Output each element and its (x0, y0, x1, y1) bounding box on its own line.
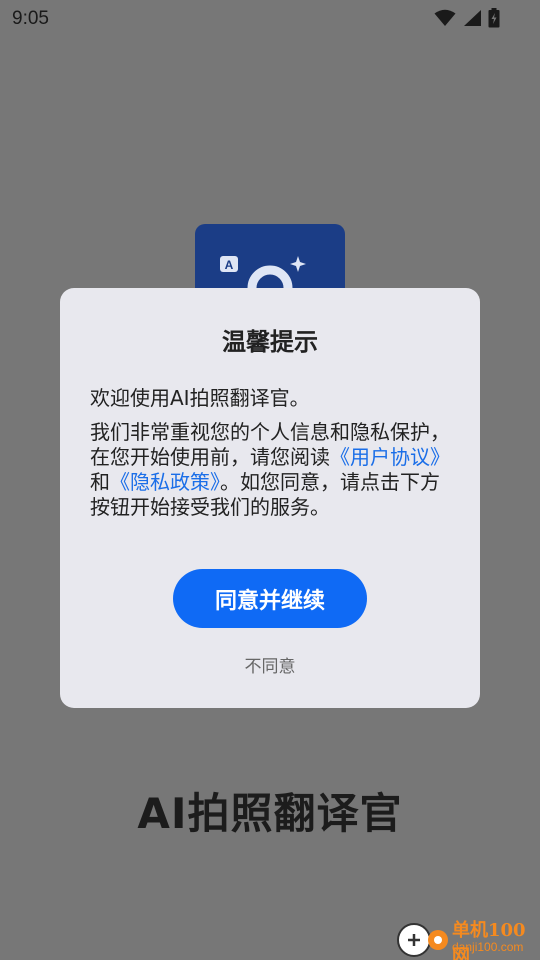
dialog-title: 温馨提示 (222, 328, 318, 356)
body-text-and: 和 (90, 470, 110, 494)
battery-icon (488, 8, 500, 32)
signal-icon (462, 9, 482, 31)
watermark: 单机100网 danji100.com (392, 916, 540, 960)
status-bar: 9:05 (0, 0, 540, 36)
privacy-policy-link[interactable]: 《隐私政策》 (110, 470, 220, 494)
user-agreement-link[interactable]: 《用户协议》 (330, 445, 450, 469)
status-icons (434, 8, 500, 32)
agree-continue-button[interactable]: 同意并继续 (173, 569, 367, 628)
wifi-icon (434, 9, 456, 31)
dialog-body-text: 我们非常重视您的个人信息和隐私保护，在您开始使用前，请您阅读《用户协议》和《隐私… (90, 420, 452, 520)
dialog-welcome-text: 欢迎使用AI拍照翻译官。 (90, 386, 310, 410)
status-time: 9:05 (12, 8, 49, 29)
svg-text:A: A (225, 258, 234, 272)
app-name: AI拍照翻译官 (137, 789, 403, 838)
privacy-dialog: 温馨提示 欢迎使用AI拍照翻译官。 我们非常重视您的个人信息和隐私保护，在您开始… (60, 288, 480, 708)
watermark-text-en: danji100.com (452, 940, 524, 954)
disagree-button[interactable]: 不同意 (60, 652, 480, 677)
screen: 9:05 A AI拍照翻译官 温馨提示 欢迎使用AI拍照翻译官。 我们非常重视您… (0, 0, 540, 960)
